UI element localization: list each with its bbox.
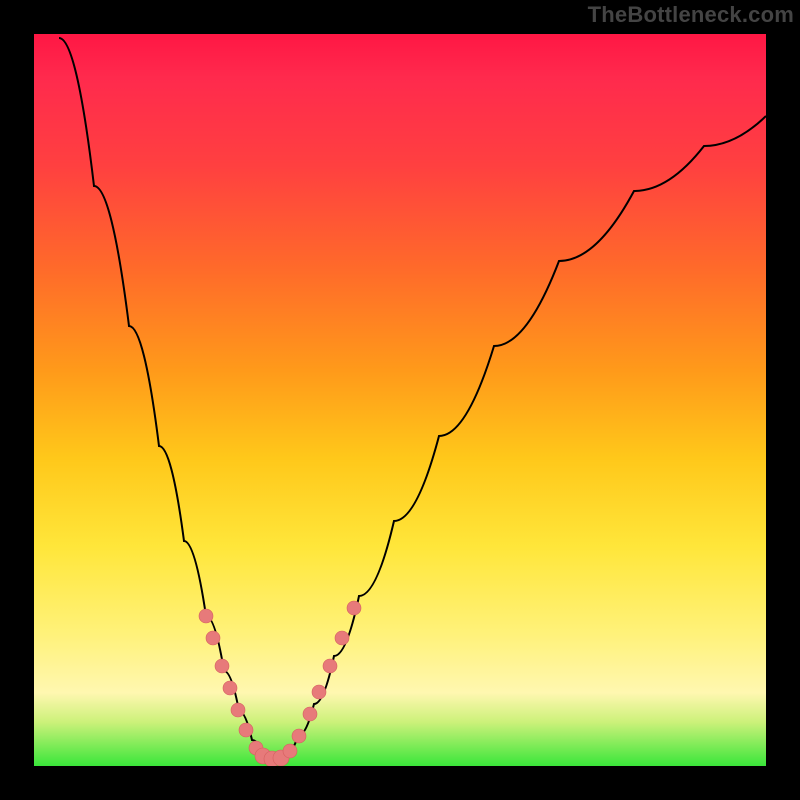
bead-point bbox=[215, 659, 229, 673]
bead-point bbox=[206, 631, 220, 645]
watermark-text: TheBottleneck.com bbox=[588, 2, 794, 28]
bead-point bbox=[239, 723, 253, 737]
bead-point bbox=[347, 601, 361, 615]
bead-point bbox=[323, 659, 337, 673]
bead-point bbox=[335, 631, 349, 645]
bead-point bbox=[231, 703, 245, 717]
bead-point bbox=[292, 729, 306, 743]
left-curve bbox=[59, 38, 275, 759]
bead-point bbox=[199, 609, 213, 623]
bead-point bbox=[312, 685, 326, 699]
bead-point bbox=[283, 744, 297, 758]
bead-point bbox=[303, 707, 317, 721]
bead-group bbox=[199, 601, 361, 766]
chart-svg bbox=[34, 34, 766, 766]
chart-frame: TheBottleneck.com bbox=[0, 0, 800, 800]
bead-point bbox=[223, 681, 237, 695]
plot-area bbox=[34, 34, 766, 766]
right-curve bbox=[275, 116, 766, 759]
